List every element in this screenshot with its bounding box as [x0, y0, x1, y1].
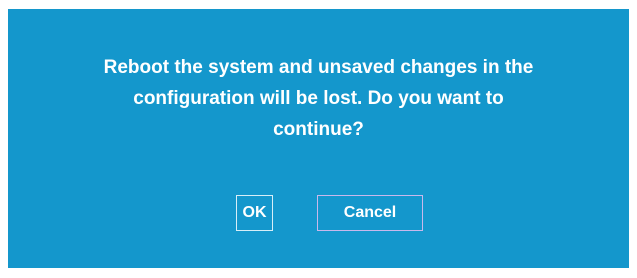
- reboot-confirm-dialog: Reboot the system and unsaved changes in…: [8, 9, 629, 268]
- dialog-message: Reboot the system and unsaved changes in…: [8, 52, 629, 145]
- dialog-message-line-3: continue?: [273, 119, 364, 140]
- dialog-message-line-2: configuration will be lost. Do you want …: [133, 88, 504, 109]
- ok-button[interactable]: OK: [236, 195, 273, 231]
- cancel-button[interactable]: Cancel: [317, 195, 423, 231]
- dialog-message-line-1: Reboot the system and unsaved changes in…: [103, 57, 534, 78]
